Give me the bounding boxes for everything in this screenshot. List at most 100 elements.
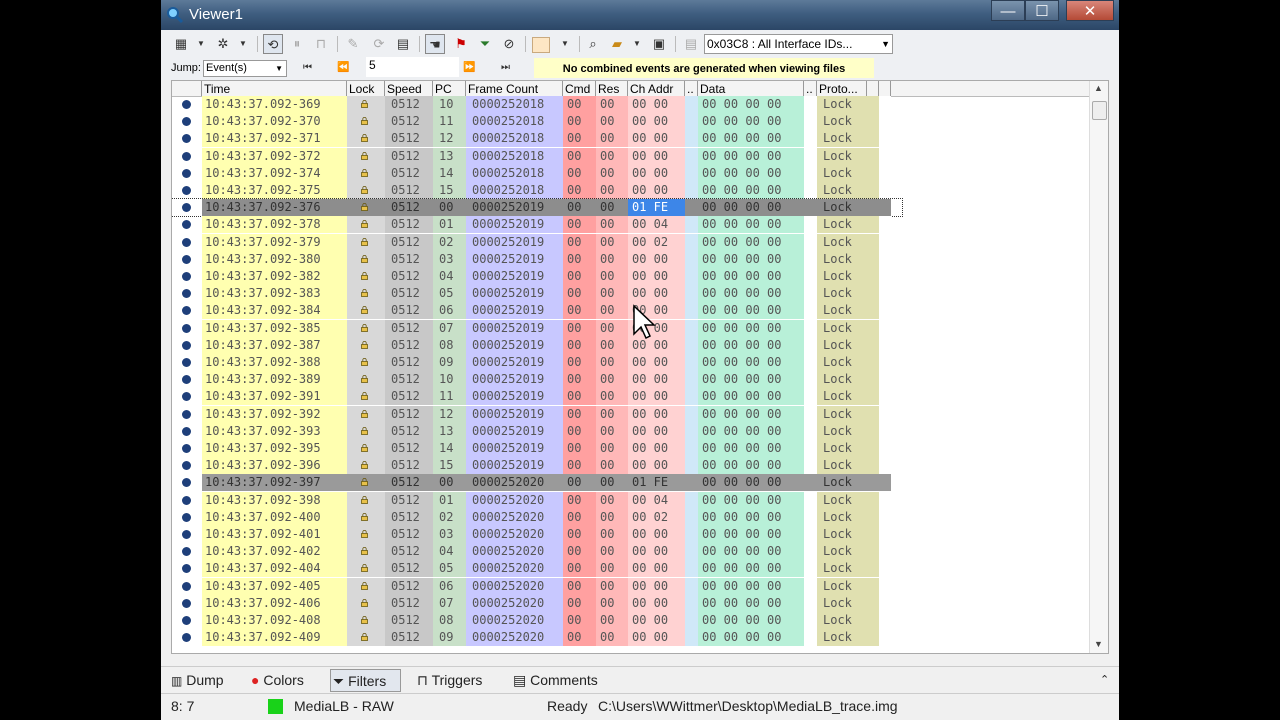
tab-comments[interactable]: ▤ Comments: [511, 669, 598, 692]
cell-empty: [685, 199, 698, 217]
tag-icon[interactable]: ⊘: [499, 34, 519, 54]
tab-filters[interactable]: ⏷ Filters: [330, 669, 401, 692]
table-row[interactable]: 10:43:37.092-404 0512 05 0000252020 00 00 00 0…: [172, 560, 902, 578]
table-row[interactable]: 10:43:37.092-397 0512 00 0000252020 00 00 01 F…: [172, 474, 902, 492]
jump-forward-icon[interactable]: ⏩: [463, 62, 475, 73]
save-disk-icon[interactable]: ▣: [649, 34, 669, 54]
table-row[interactable]: 10:43:37.092-391 0512 11 0000252019 00 00 00 0…: [172, 388, 902, 406]
table-row[interactable]: 10:43:37.092-405 0512 06 0000252020 00 00 00 0…: [172, 577, 902, 595]
table-row[interactable]: 10:43:37.092-379 0512 02 0000252019 00 00 00 0…: [172, 233, 902, 251]
table-row[interactable]: 10:43:37.092-406 0512 07 0000252020 00 00 00 0…: [172, 594, 902, 612]
table-row[interactable]: 10:43:37.092-389 0512 10 0000252019 00 00 00 0…: [172, 371, 902, 389]
filter-funnel-icon[interactable]: ⏷: [475, 34, 495, 54]
document-icon[interactable]: ▤: [393, 34, 413, 54]
interface-select[interactable]: 0x03C8 : All Interface IDs... ▼: [704, 34, 893, 54]
collapse-panel-icon[interactable]: ⌃: [1098, 669, 1109, 692]
title-bar[interactable]: Viewer1 — ☐ ✕: [161, 0, 1119, 30]
cell-empty: [804, 474, 817, 492]
chevron-down-icon: ▼: [275, 64, 283, 73]
table-row[interactable]: 10:43:37.092-385 0512 07 0000252019 00 00 00 0…: [172, 319, 902, 337]
cell-empty: [685, 113, 698, 131]
cell-cmd: 00: [563, 336, 596, 354]
header-frame-count[interactable]: Frame Count: [466, 81, 563, 96]
event-grid[interactable]: Time Lock Speed PC Frame Count Cmd Res C…: [171, 80, 1109, 654]
header-proto[interactable]: Proto...: [817, 81, 867, 96]
table-row[interactable]: 10:43:37.092-371 0512 12 0000252018 00 00 00 0…: [172, 130, 902, 148]
jump-first-icon[interactable]: ⏮: [303, 62, 312, 73]
jump-back-icon[interactable]: ⏪: [337, 62, 349, 73]
grid-view-icon[interactable]: ▦: [171, 34, 191, 54]
header-pc[interactable]: PC: [433, 81, 466, 96]
header-collapsed-1[interactable]: ..: [685, 81, 698, 96]
scroll-up-icon[interactable]: ▲: [1094, 83, 1103, 93]
cell-time: 10:43:37.092-400: [202, 508, 347, 526]
table-row[interactable]: 10:43:37.092-387 0512 08 0000252019 00 00 00 0…: [172, 336, 902, 354]
table-row[interactable]: 10:43:37.092-369 0512 10 0000252018 00 00 00 0…: [172, 96, 902, 113]
header-res[interactable]: Res: [596, 81, 628, 96]
table-row[interactable]: 10:43:37.092-392 0512 12 0000252019 00 00 00 0…: [172, 405, 902, 423]
minimize-button[interactable]: —: [991, 0, 1025, 21]
jump-last-icon[interactable]: ⏭: [501, 62, 510, 73]
cell-speed: 0512: [385, 130, 433, 148]
cell-proto: Lock: [817, 508, 867, 526]
header-cmd[interactable]: Cmd: [563, 81, 596, 96]
jump-value-input[interactable]: 5: [366, 57, 459, 77]
pause-icon[interactable]: ⏸: [287, 34, 307, 54]
edit-pencil-icon[interactable]: ✎: [343, 34, 363, 54]
table-row[interactable]: 10:43:37.092-370 0512 11 0000252018 00 00 00 0…: [172, 113, 902, 131]
table-row[interactable]: 10:43:37.092-380 0512 03 0000252019 00 00 00 0…: [172, 250, 902, 268]
header-speed[interactable]: Speed: [385, 81, 433, 96]
scroll-thumb[interactable]: [1092, 101, 1107, 120]
cell-frame: 0000252020: [466, 577, 563, 595]
settings-gear-icon[interactable]: ✲: [213, 34, 233, 54]
header-lock[interactable]: Lock: [347, 81, 385, 96]
color-swatch-icon[interactable]: [531, 34, 551, 54]
table-row[interactable]: 10:43:37.092-384 0512 06 0000252019 00 00 00 0…: [172, 302, 902, 320]
trigger-pulse-icon[interactable]: ⊓: [311, 34, 331, 54]
header-data[interactable]: Data: [698, 81, 804, 96]
table-row[interactable]: 10:43:37.092-400 0512 02 0000252020 00 00 00 0…: [172, 508, 902, 526]
table-row[interactable]: 10:43:37.092-401 0512 03 0000252020 00 00 00 0…: [172, 526, 902, 543]
table-row[interactable]: 10:43:37.092-398 0512 01 0000252020 00 00 00 0…: [172, 491, 902, 509]
maximize-button[interactable]: ☐: [1025, 0, 1059, 21]
table-row[interactable]: 10:43:37.092-393 0512 13 0000252019 00 00 00 0…: [172, 422, 902, 440]
table-row[interactable]: 10:43:37.092-383 0512 05 0000252019 00 00 00 0…: [172, 285, 902, 303]
cell-speed: 0512: [385, 577, 433, 595]
cell-empty: [685, 388, 698, 406]
open-dropdown-icon[interactable]: ▼: [627, 34, 647, 54]
table-row[interactable]: 10:43:37.092-378 0512 01 0000252019 00 00 00 0…: [172, 216, 902, 234]
bottom-tab-bar: ▥ Dump ● Colors ⏷ Filters ⊓ Triggers ▤ C…: [161, 666, 1119, 694]
vertical-scrollbar[interactable]: ▲ ▼: [1089, 81, 1108, 653]
header-time[interactable]: Time: [202, 81, 347, 96]
tab-dump[interactable]: ▥ Dump: [169, 669, 224, 692]
refresh-page-icon[interactable]: ⟳: [369, 34, 389, 54]
color-dropdown-icon[interactable]: ▼: [555, 34, 575, 54]
header-ch-addr[interactable]: Ch Addr: [628, 81, 685, 96]
cell-cmd: 00: [563, 96, 596, 113]
hand-pointer-icon[interactable]: ☚: [425, 34, 445, 54]
capture-icon[interactable]: ⟲: [263, 34, 283, 54]
close-button[interactable]: ✕: [1066, 0, 1114, 21]
table-row[interactable]: 10:43:37.092-388 0512 09 0000252019 00 00 00 0…: [172, 354, 902, 371]
flag-icon[interactable]: ⚑: [451, 34, 471, 54]
table-row[interactable]: 10:43:37.092-409 0512 09 0000252020 00 00 00 0…: [172, 629, 902, 647]
open-folder-icon[interactable]: ▰: [607, 34, 627, 54]
cell-cmd: 00: [563, 302, 596, 320]
scroll-down-icon[interactable]: ▼: [1094, 639, 1103, 649]
jump-type-select[interactable]: Event(s) ▼: [203, 60, 287, 77]
table-row[interactable]: 10:43:37.092-382 0512 04 0000252019 00 00 00 0…: [172, 268, 902, 285]
tab-colors[interactable]: ● Colors: [249, 669, 304, 692]
table-row[interactable]: 10:43:37.092-374 0512 14 0000252018 00 00 00 0…: [172, 164, 902, 182]
table-row[interactable]: 10:43:37.092-408 0512 08 0000252020 00 00 00 0…: [172, 612, 902, 629]
table-row[interactable]: 10:43:37.092-402 0512 04 0000252020 00 00 00 0…: [172, 543, 902, 561]
binoculars-icon[interactable]: ⌕: [583, 34, 603, 54]
settings-dropdown-icon[interactable]: ▼: [233, 34, 253, 54]
table-row[interactable]: 10:43:37.092-372 0512 13 0000252018 00 00 00 0…: [172, 147, 902, 165]
header-collapsed-2[interactable]: ..: [804, 81, 817, 96]
table-row[interactable]: 10:43:37.092-395 0512 14 0000252019 00 00 00 0…: [172, 440, 902, 457]
table-row[interactable]: 10:43:37.092-376 0512 00 0000252019 00 00 01 F…: [172, 198, 903, 218]
grid-view-dropdown-icon[interactable]: ▼: [191, 34, 211, 54]
table-row[interactable]: 10:43:37.092-396 0512 15 0000252019 00 00 00 0…: [172, 457, 902, 475]
tab-triggers[interactable]: ⊓ Triggers: [415, 669, 482, 692]
table-row[interactable]: 10:43:37.092-375 0512 15 0000252018 00 00 00 0…: [172, 182, 902, 199]
